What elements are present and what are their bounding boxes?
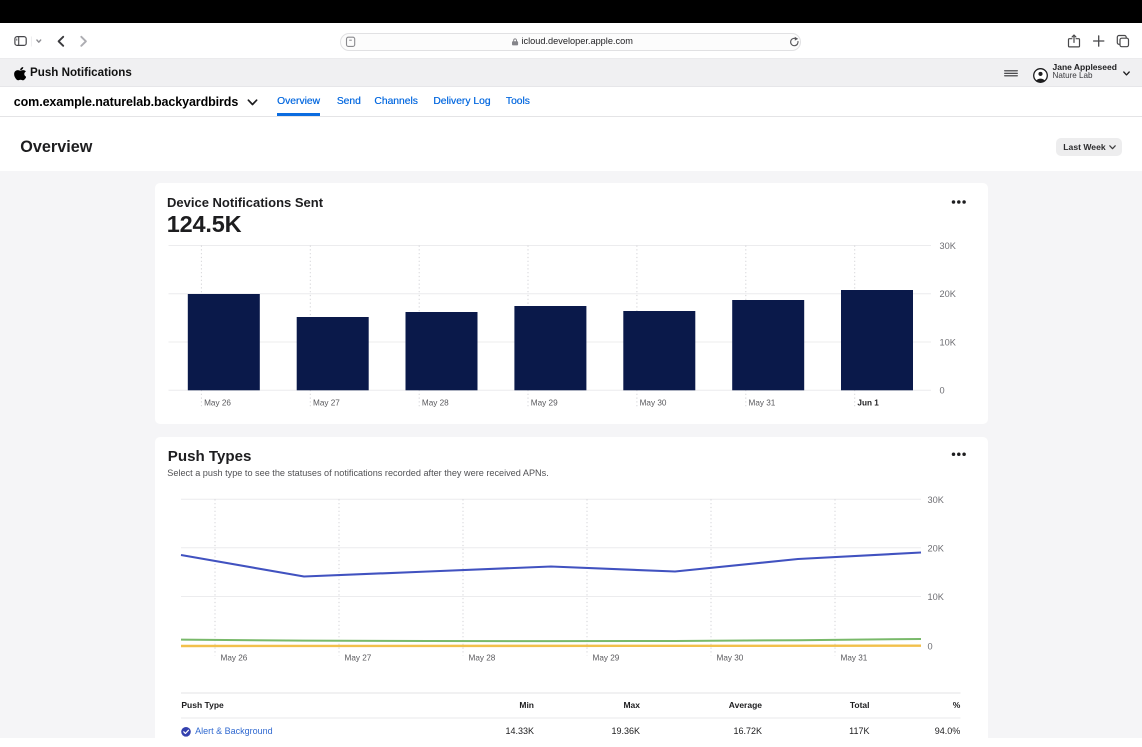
svg-text:May 31: May 31 xyxy=(841,654,868,663)
svg-text:10K: 10K xyxy=(928,592,945,602)
svg-text:30K: 30K xyxy=(928,495,945,505)
svg-text:May 30: May 30 xyxy=(717,654,744,663)
svg-text:May 26: May 26 xyxy=(221,654,248,663)
svg-text:May 29: May 29 xyxy=(531,399,558,408)
svg-text:May 27: May 27 xyxy=(345,654,372,663)
svg-text:May 29: May 29 xyxy=(593,654,620,663)
svg-text:30K: 30K xyxy=(940,241,957,251)
svg-text:10K: 10K xyxy=(940,337,957,347)
svg-text:May 27: May 27 xyxy=(313,399,340,408)
svg-text:May 26: May 26 xyxy=(204,399,231,408)
svg-text:0: 0 xyxy=(940,386,945,396)
svg-text:20K: 20K xyxy=(928,544,945,554)
svg-text:May 30: May 30 xyxy=(640,399,667,408)
svg-text:20K: 20K xyxy=(940,289,957,299)
svg-text:0: 0 xyxy=(928,641,933,651)
svg-text:Jun 1: Jun 1 xyxy=(857,399,879,408)
svg-text:May 28: May 28 xyxy=(469,654,496,663)
svg-text:May 31: May 31 xyxy=(749,399,776,408)
svg-text:May 28: May 28 xyxy=(422,399,449,408)
